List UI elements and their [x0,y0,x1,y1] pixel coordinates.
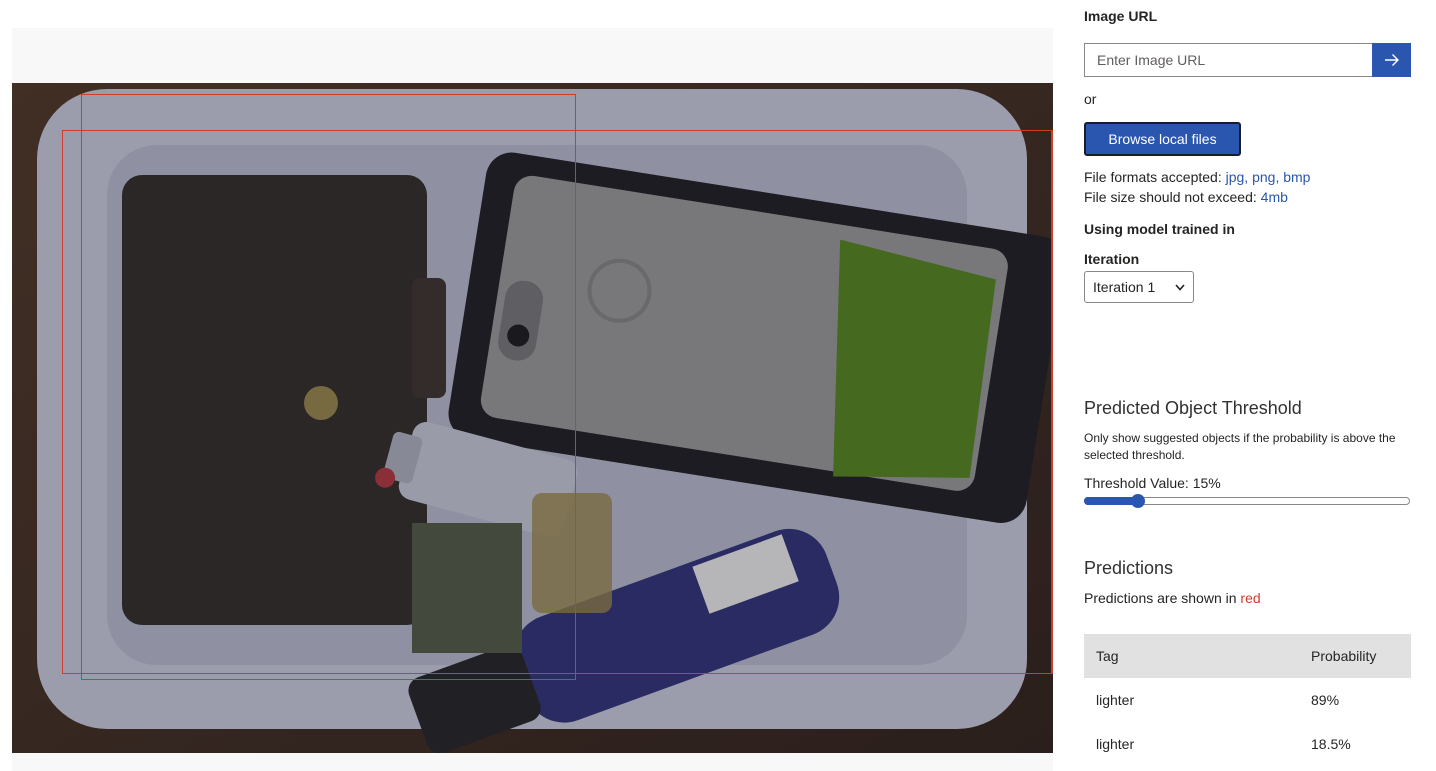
control-panel: Image URL or Browse local files File for… [1084,0,1411,771]
row-probability: 18.5% [1311,736,1351,752]
column-header-tag: Tag [1096,648,1119,664]
predictions-title: Predictions [1084,558,1174,578]
file-formats-prefix: File formats accepted: [1084,169,1226,185]
file-formats-value: jpg, png, bmp [1225,169,1311,185]
image-url-row [1084,43,1411,77]
model-label: Using model trained in [1084,221,1235,237]
image-url-label: Image URL [1084,8,1158,24]
threshold-title: Predicted Object Threshold [1084,398,1302,418]
predictions-description: Predictions are shown in red [1084,590,1261,606]
slider-thumb[interactable] [1130,494,1145,508]
image-url-input[interactable] [1084,43,1372,77]
row-tag: lighter [1096,736,1135,752]
predictions-color-word: red [1240,590,1261,606]
predictions-desc-prefix: Predictions are shown in [1084,590,1241,606]
iteration-select[interactable]: Iteration 1 [1084,271,1194,303]
prediction-box [575,130,1053,674]
iteration-label: Iteration [1084,251,1140,267]
iteration-selected: Iteration 1 [1093,279,1156,295]
submit-url-button[interactable] [1372,43,1411,77]
threshold-value-label: Threshold Value: 15% [1084,475,1221,491]
table-header: Tag Probability [1084,634,1411,678]
column-header-probability: Probability [1311,648,1377,664]
file-size-value: 4mb [1260,189,1288,205]
browse-local-files-button[interactable]: Browse local files [1084,122,1241,156]
file-size-info: File size should not exceed: 4mb [1084,189,1288,205]
threshold-slider[interactable] [1084,494,1411,508]
predictions-table: Tag Probability lighter 89% lighter 18.5… [1084,634,1411,766]
or-text: or [1084,91,1097,107]
chevron-down-icon [1175,283,1185,291]
table-row: lighter 18.5% [1084,722,1411,766]
uploaded-image [12,83,1053,753]
slider-fill [1084,497,1138,505]
table-row: lighter 89% [1084,678,1411,722]
file-size-prefix: File size should not exceed: [1084,189,1261,205]
file-formats-info: File formats accepted: jpg, png, bmp [1084,169,1310,185]
arrow-right-icon [1384,54,1399,66]
row-tag: lighter [1096,692,1135,708]
row-probability: 89% [1311,692,1340,708]
threshold-description: Only show suggested objects if the proba… [1084,431,1396,462]
